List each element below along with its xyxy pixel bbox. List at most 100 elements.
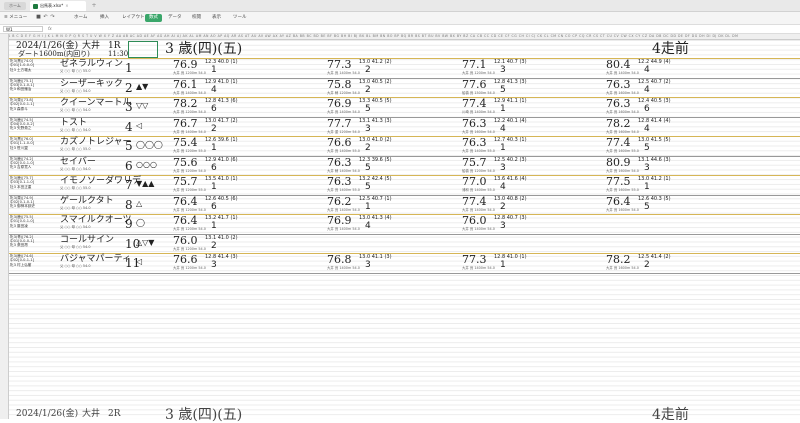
- race-finish: 1: [211, 182, 217, 192]
- horse-row[interactable]: 牝3(鹿)[75.1] 中03[0-1-0-1] 牝3 和田譲治 シーザーキック父 ○…: [10, 77, 800, 97]
- race-finish: 1: [644, 182, 650, 192]
- race-rating: 80.4: [606, 58, 631, 71]
- home-tab[interactable]: ホーム: [4, 2, 26, 10]
- race-finish: 1: [211, 143, 217, 153]
- race-detail: 大井 良 1200m 55.0: [173, 149, 206, 153]
- redo-icon[interactable]: ↷: [50, 15, 55, 20]
- race-pace: 12.9 41.1 (1): [494, 98, 527, 104]
- race-finish: 5: [644, 201, 650, 212]
- selected-cell[interactable]: [128, 41, 158, 58]
- horse-sub: 父 ○○ 母 ○○ 54.0: [60, 166, 91, 171]
- horse-row[interactable]: 牝3(青)[76.2] 中01[0-0-0-1] 牝3 張田昂 コールサイン父 ○○ …: [10, 234, 800, 253]
- horse-sub: 父 ○○ 母 ○○ 54.0: [60, 244, 91, 249]
- horse-info-line: 牝3 藤田凌: [10, 223, 28, 228]
- close-tab-icon[interactable]: ×: [65, 3, 68, 8]
- horse-row[interactable]: 牝3(栗)[73.8] 中02[0-0-1-1] 牝3 森泰斗 クイーンマートル父 ○…: [10, 98, 800, 116]
- race-pace: 13.3 40.5 (5): [359, 98, 392, 104]
- ribbon-tab[interactable]: 校閲: [188, 14, 205, 22]
- past-race-cell: 77.3 13.0 41.2 (2) 2 大井 良 1400m 54.0: [327, 59, 445, 77]
- horse-row[interactable]: 牝3(黒)[74.0] 中01[1-0-0-0] 牡3 土方颯太 ゼネラルウィン父 ○…: [10, 59, 800, 77]
- horse-number: 4: [125, 119, 133, 134]
- fourth-previous-label: 4走前: [652, 41, 689, 57]
- horse-name: ゼネラルウィン: [60, 59, 124, 69]
- fx-icon[interactable]: fx: [48, 26, 52, 32]
- name-box[interactable]: W1: [3, 26, 43, 32]
- race-pace: 13.5 41.0 (1): [205, 176, 238, 182]
- past-race-cell: 77.7 13.1 41.3 (3) 3 大井 重 1200m 54.0: [327, 117, 445, 136]
- horse-info: 牝3(青)[76.2] 中01[0-0-0-1] 牝3 張田昂: [10, 235, 60, 248]
- race-rating: 80.9: [606, 155, 631, 169]
- horse-info: 牝3(黒)[76.0] 中01[1-1-0-0] 牡3 笹川翼: [10, 137, 60, 150]
- horse-number: 2: [125, 80, 133, 95]
- race-finish: 6: [211, 162, 217, 173]
- ribbon-tab[interactable]: ツール: [229, 14, 251, 22]
- race-detail: 大井 良 1400m 55.0: [462, 149, 495, 153]
- race-rating: 76.3: [462, 116, 487, 130]
- race-pace: 12.5 41.4 (2): [638, 254, 671, 260]
- row-headers: [0, 34, 9, 419]
- new-tab-button[interactable]: +: [90, 1, 98, 10]
- race-rating: 76.7: [173, 116, 198, 130]
- race-rating: 75.7: [462, 155, 487, 169]
- race-pace: 13.0 41.7 (2): [205, 117, 238, 124]
- past-race-cell: 76.3 12.4 40.5 (3) 6 大井 良 1600m 54.0: [606, 98, 724, 116]
- horse-row[interactable]: 牝3(鹿)[75.7] 中03[0-1-1-0] 牡3 本田正重 イモノソーダワリデ父…: [10, 176, 800, 194]
- horse-info: 牝3(鹿)[74.5] 中04[0-0-0-2] 牝3 矢野貴之: [10, 118, 60, 131]
- horse-row[interactable]: 牝3(鹿)[74.2] 中02[0-0-1-0] 牝3 吉原寛人 セイバー父 ○○ 母…: [10, 155, 800, 175]
- race-finish: 1: [211, 221, 217, 231]
- race-detail: 大井 良 1600m 54.0: [606, 266, 639, 270]
- horse-info: 牝3(栗)[73.8] 中02[0-0-1-1] 牝3 森泰斗: [10, 98, 60, 111]
- race-pace: 13.0 41.3 (4): [359, 215, 392, 221]
- race-pace: 13.0 40.5 (2): [359, 78, 392, 85]
- race-detail: 大井 良 1200m 54.0: [173, 71, 206, 75]
- menu-button[interactable]: ≡ メニュー: [4, 14, 27, 22]
- horse-row[interactable]: 牝3(黒)[76.0] 中01[1-1-0-0] 牡3 笹川翼 カズノトレジャー父 ○…: [10, 137, 800, 155]
- race-finish: 3: [500, 65, 506, 75]
- race-pace: 12.8 41.4 (4): [638, 117, 671, 124]
- race-detail: 大井 稍 1200m 54.0: [327, 90, 360, 95]
- next-race-date: 2024/1/26(金): [16, 409, 79, 419]
- ribbon-tab[interactable]: 挿入: [96, 14, 113, 22]
- race-pace: 13.0 40.8 (2): [494, 195, 527, 202]
- race-detail: 大井 良 1600m 54.0: [606, 129, 639, 134]
- ribbon-tab[interactable]: ホーム: [70, 14, 91, 22]
- race-pace: 12.8 40.7 (3): [494, 215, 527, 221]
- race-rating: 76.3: [327, 175, 352, 188]
- title-bar: ホーム 出馬表.xlsx* × +: [0, 0, 800, 12]
- past-race-cell: 76.9 12.3 40.0 (1) 1 大井 良 1200m 54.0: [173, 59, 291, 77]
- horse-row[interactable]: 牝3(鹿)[75.5] 中01[0-0-1-0] 牝3 藤田凌 スマイルクオーツ父 ○…: [10, 215, 800, 233]
- race-detail: 大井 良 1400m 54.0: [327, 71, 360, 75]
- ribbon-tab[interactable]: 数式: [145, 14, 162, 22]
- race-pace: 12.3 39.6 (5): [359, 156, 392, 163]
- race-pace: 12.6 39.6 (1): [205, 137, 238, 143]
- race-rating: 77.3: [462, 253, 487, 266]
- race-finish: 1: [211, 65, 217, 75]
- past-race-cell: 77.6 12.8 41.3 (3) 5 船橋 良 1500m 54.0: [462, 78, 580, 97]
- ribbon-tab[interactable]: レイアウト: [118, 14, 149, 22]
- document-tab[interactable]: 出馬表.xlsx* ×: [30, 1, 86, 11]
- race-rating: 76.0: [462, 214, 487, 227]
- race-finish: 4: [211, 84, 217, 95]
- horse-info-line: 牝3 村上弘樹: [10, 262, 32, 267]
- race-finish: 2: [211, 240, 217, 251]
- race-time: 11:30: [108, 50, 129, 58]
- race-pace: 12.6 40.3 (5): [638, 195, 671, 202]
- save-icon[interactable]: ■: [36, 15, 41, 20]
- past-race-cell: 80.9 13.1 44.6 (3) 3 大井 良 1600m 54.0: [606, 155, 724, 175]
- race-rating: 76.1: [173, 77, 198, 91]
- horse-row[interactable]: 牝3(栗)[74.9] 中02[0-1-0-1] 牝3 御神本訓史 ゲールクタト父 ○…: [10, 194, 800, 214]
- race-pace: 13.2 41.7 (1): [205, 215, 238, 221]
- past-race-cell: [606, 235, 724, 253]
- horse-row[interactable]: 牝3(鹿)[74.6] 中02[0-0-1-1] 牝3 村上弘樹 バジャマパーティ父 …: [10, 254, 800, 272]
- undo-icon[interactable]: ↶: [43, 15, 48, 20]
- past-race-cell: 77.4 13.0 41.5 (5) 5 大井 良 1600m 55.0: [606, 137, 724, 155]
- horse-name: コールサイン: [60, 234, 115, 245]
- horse-row[interactable]: 牝3(鹿)[74.5] 中04[0-0-0-2] 牝3 矢野貴之 トスト父 ○○ 母 …: [10, 116, 800, 136]
- race-finish: 4: [644, 65, 650, 75]
- past-race-cell: 77.4 12.9 41.1 (1) 1 川崎 良 1400m 54.0: [462, 98, 580, 116]
- ribbon-tab[interactable]: データ: [164, 14, 186, 22]
- race-rating: 76.4: [606, 194, 631, 208]
- ribbon-tab[interactable]: 表示: [208, 14, 225, 22]
- horse-sub: 父 ○○ 母 ○○ 54.0: [60, 88, 91, 93]
- past-race-cell: 76.9 13.3 40.5 (5) 5 大井 良 1400m 54.0: [327, 98, 445, 116]
